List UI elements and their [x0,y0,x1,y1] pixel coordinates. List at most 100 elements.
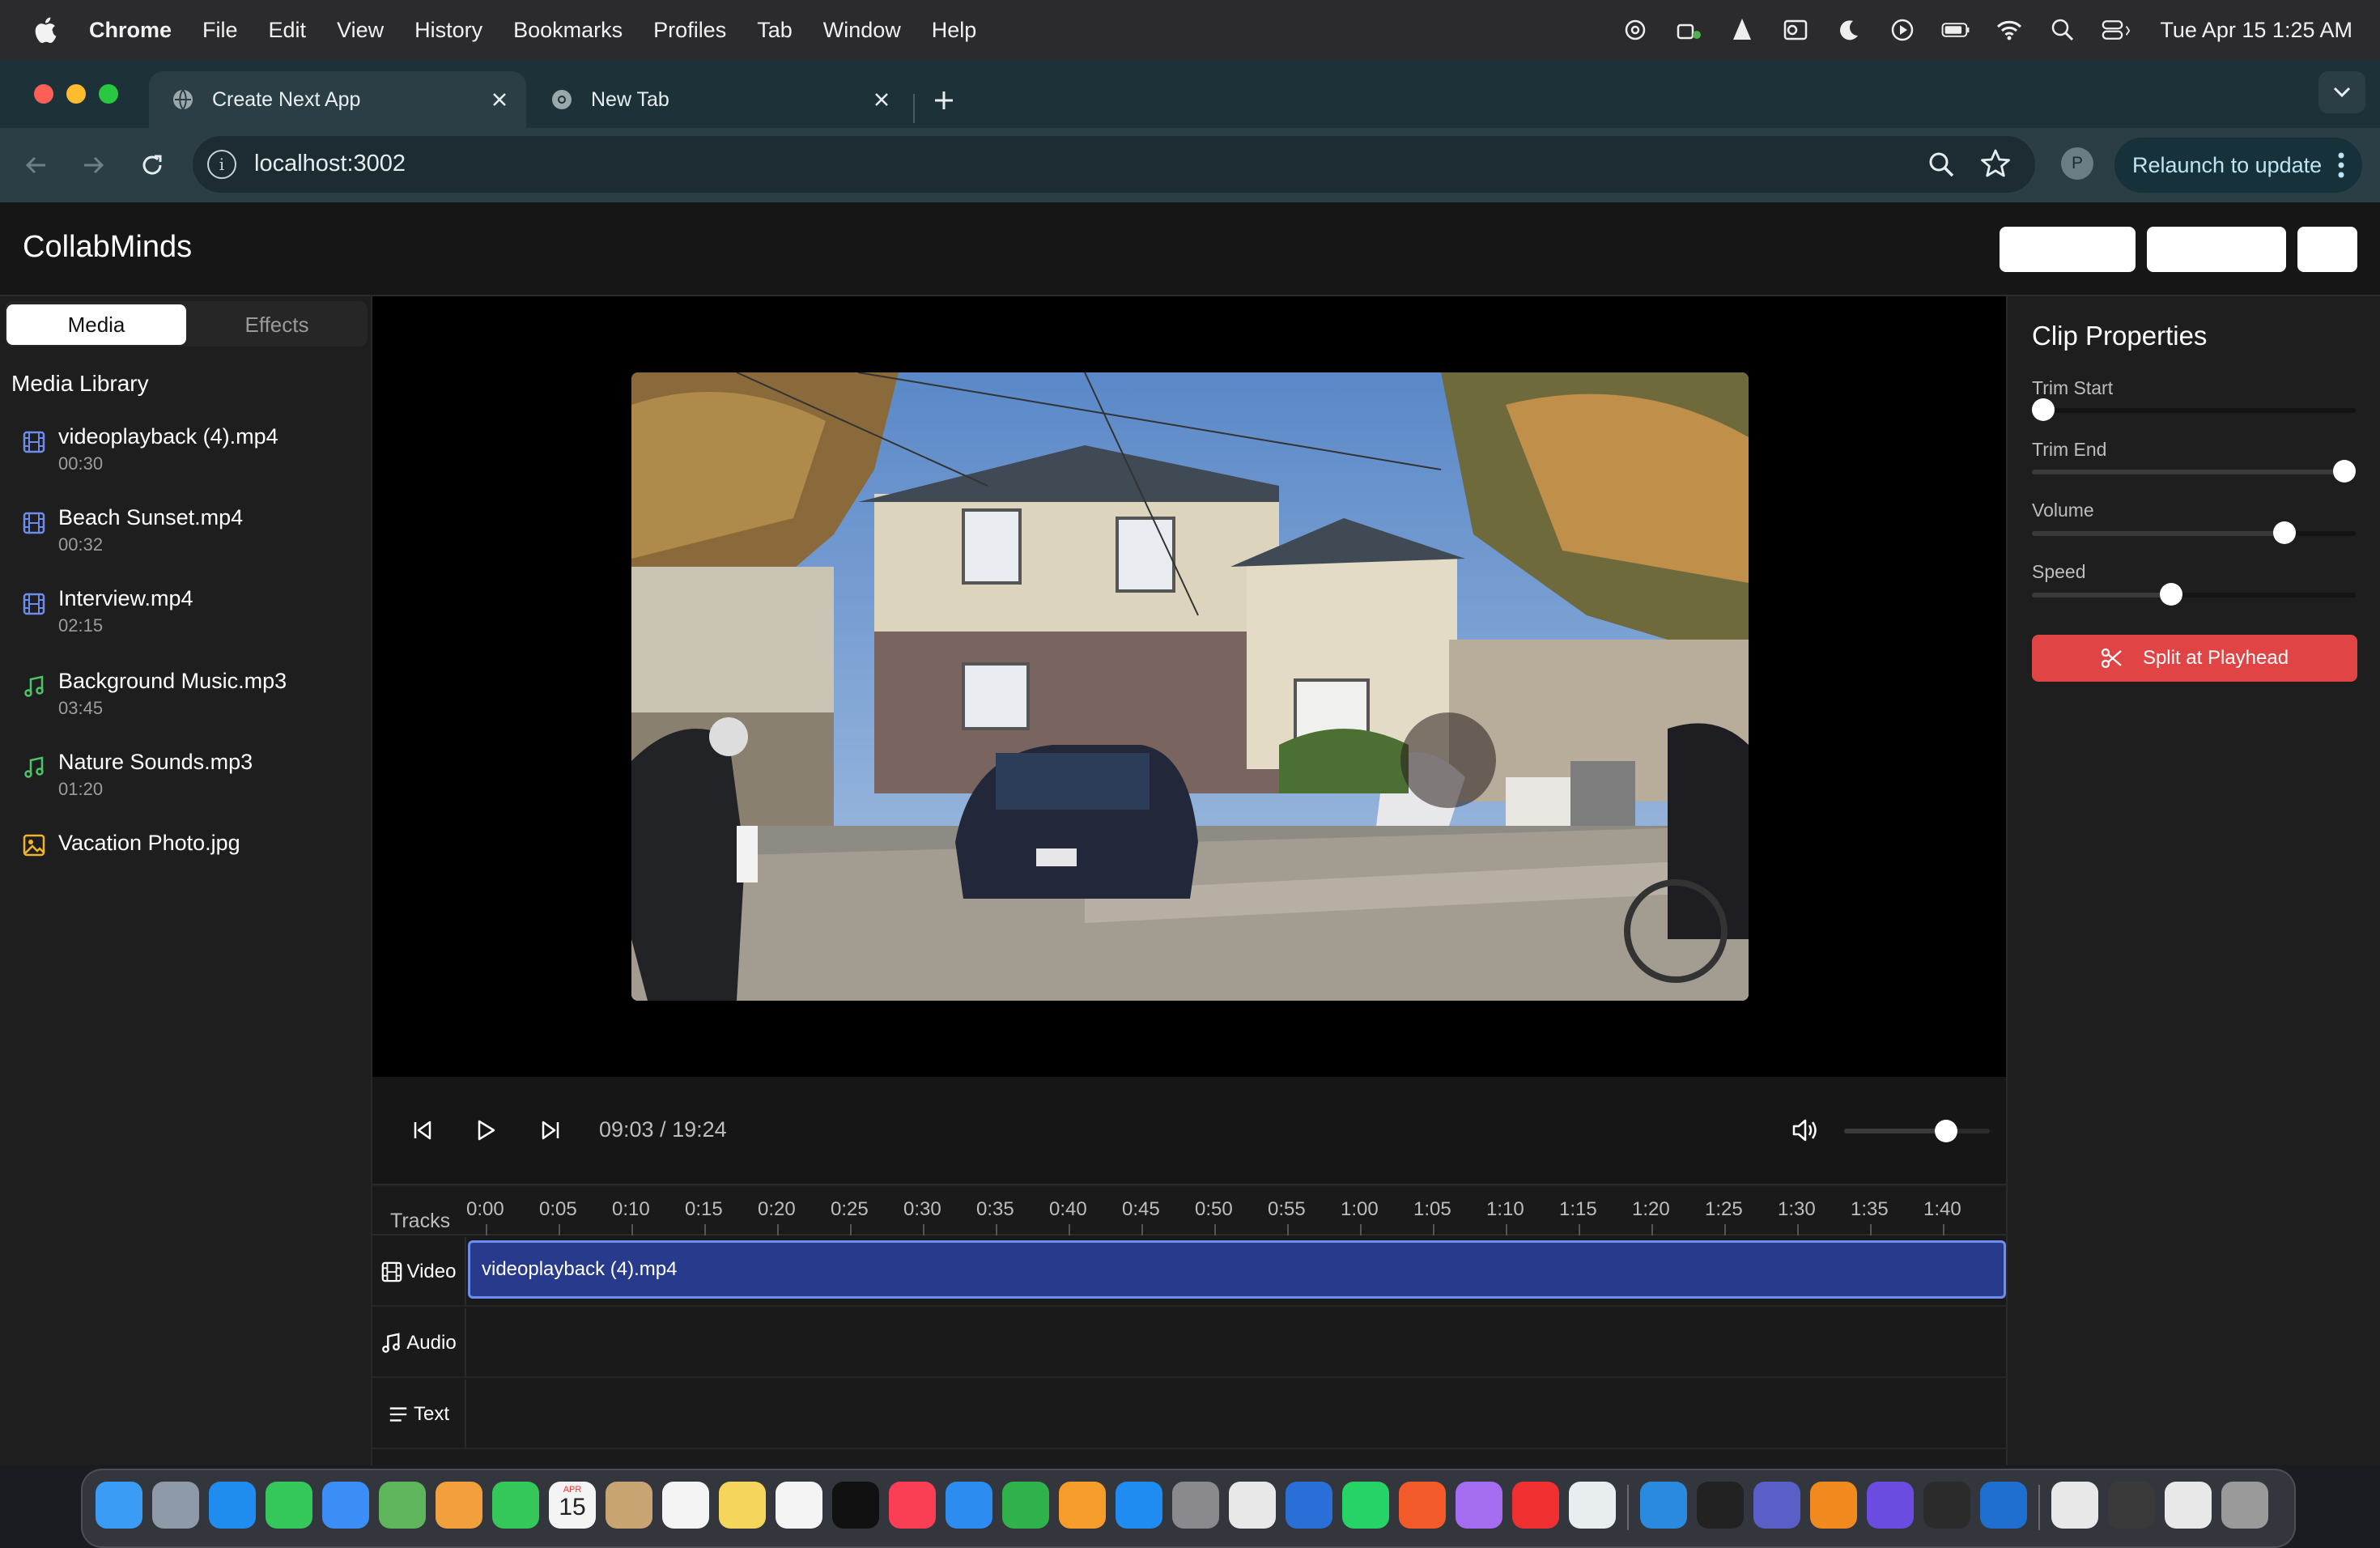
window-zoom-button[interactable] [99,84,118,104]
close-tab-icon[interactable] [869,87,894,112]
media-item[interactable]: Interview.mp4 02:15 [0,586,369,664]
slider-thumb[interactable] [2273,521,2296,544]
battery-icon[interactable] [1941,15,1970,45]
menu-edit[interactable]: Edit [269,18,307,43]
volume-slider[interactable] [1844,1120,1990,1142]
clip-volume-slider[interactable] [2032,521,2356,544]
whatsapp-icon[interactable] [1342,1482,1389,1529]
app-store-icon[interactable] [1116,1482,1162,1529]
close-tab-icon[interactable] [487,87,512,112]
numbers-icon[interactable] [1002,1482,1049,1529]
moon-icon[interactable] [1834,15,1864,45]
play-overlay-circle[interactable] [1400,712,1496,808]
zoom-magnifier-icon[interactable] [1927,150,1956,179]
chrome-icon[interactable] [1229,1482,1276,1529]
menu-file[interactable]: File [202,18,238,43]
menu-tab[interactable]: Tab [757,18,793,43]
tab-search-chevron-icon[interactable] [2318,71,2365,113]
relaunch-to-update-button[interactable]: Relaunch to update [2114,138,2362,193]
messages-icon[interactable] [266,1482,312,1529]
address-bar[interactable]: i localhost:3002 [193,136,2035,193]
split-at-playhead-button[interactable]: Split at Playhead [2032,635,2357,682]
reminders-icon[interactable] [662,1482,709,1529]
brave-icon[interactable] [1399,1482,1446,1529]
ruler-ticks[interactable]: 0:00 0:05 0:10 0:15 0:20 0:25 0:30 0:35 0:40 0:45… [466,1187,2006,1235]
timeline-clip[interactable]: videoplayback (4).mp4 [468,1240,2006,1299]
media-item[interactable]: Vacation Photo.jpg [0,831,369,908]
spotlight-search-icon[interactable] [2048,15,2077,45]
safari-icon[interactable] [209,1482,256,1529]
trim-start-slider[interactable] [2032,398,2356,421]
imovie-icon[interactable] [1867,1482,1914,1529]
media-item[interactable]: Background Music.mp3 03:45 [0,669,369,746]
vlc-icon[interactable] [1810,1482,1857,1529]
new-tab-plus-icon[interactable] [928,84,960,117]
photos-icon[interactable] [436,1482,482,1529]
menu-history[interactable]: History [414,18,482,43]
tab-create-next-app[interactable]: Create Next App [149,71,526,128]
music-icon[interactable] [889,1482,936,1529]
skip-back-icon[interactable] [406,1114,439,1146]
finder-icon[interactable] [96,1482,142,1529]
menu-app-name[interactable]: Chrome [89,18,172,43]
trim-end-slider[interactable] [2032,460,2356,483]
slider-thumb[interactable] [2160,583,2182,606]
chatgpt-icon[interactable] [1923,1482,1970,1529]
mail-icon[interactable] [322,1482,369,1529]
back-arrow-icon[interactable] [18,147,53,183]
more-vertical-icon[interactable] [2338,152,2344,178]
contacts-icon[interactable] [606,1482,652,1529]
freeform-icon[interactable] [776,1482,822,1529]
system-settings-icon[interactable] [1172,1482,1219,1529]
header-action-button-3[interactable] [2297,227,2357,272]
tab-media[interactable]: Media [6,304,186,345]
outlook-status-icon[interactable] [1781,15,1810,45]
play-circle-icon[interactable] [1888,15,1917,45]
coffee-status-icon[interactable] [1674,15,1703,45]
launchpad-icon[interactable] [152,1482,199,1529]
pages-icon[interactable] [1059,1482,1106,1529]
header-action-button-1[interactable] [2000,227,2136,272]
vscode-icon[interactable] [1640,1482,1687,1529]
media-item[interactable]: Beach Sunset.mp4 00:32 [0,505,369,583]
chat-icon[interactable] [1456,1482,1502,1529]
tab-new-tab[interactable]: New Tab [528,71,908,128]
play-icon[interactable] [470,1114,502,1146]
skip-forward-icon[interactable] [534,1114,567,1146]
keynote-icon[interactable] [946,1482,992,1529]
profile-avatar[interactable]: P [2061,147,2093,180]
perplexity-icon[interactable] [1569,1482,1616,1529]
window-close-button[interactable] [34,84,53,104]
control-center-icon[interactable] [2102,15,2131,45]
volume-icon[interactable] [1789,1114,1821,1146]
window-minimize-button[interactable] [66,84,86,104]
tab-effects[interactable]: Effects [188,304,366,345]
notes-icon[interactable] [719,1482,766,1529]
teams-icon[interactable] [1753,1482,1800,1529]
menu-window[interactable]: Window [823,18,901,43]
vlc-status-icon[interactable] [1728,15,1757,45]
wifi-icon[interactable] [1995,15,2024,45]
youtube-icon[interactable] [1512,1482,1559,1529]
menu-view[interactable]: View [337,18,384,43]
menu-profiles[interactable]: Profiles [653,18,726,43]
trash-icon[interactable] [2221,1482,2268,1529]
slider-thumb[interactable] [2032,398,2055,421]
facetime-icon[interactable] [492,1482,539,1529]
bookmark-star-icon[interactable] [1980,148,2011,179]
outlook-icon[interactable] [1980,1482,2027,1529]
speed-slider[interactable] [2032,583,2356,606]
chatgpt-status-icon[interactable] [1621,15,1650,45]
site-info-icon[interactable]: i [207,150,236,179]
document-icon[interactable] [2051,1482,2098,1529]
header-action-button-2[interactable] [2147,227,2286,272]
document-icon[interactable] [2165,1482,2212,1529]
tv-icon[interactable] [832,1482,879,1529]
video-preview-frame[interactable] [631,372,1749,1001]
forward-arrow-icon[interactable] [76,147,112,183]
terminal-icon[interactable] [1697,1482,1744,1529]
apple-logo-icon[interactable] [32,16,57,44]
menu-help[interactable]: Help [932,18,977,43]
maps-icon[interactable] [379,1482,426,1529]
menu-bookmarks[interactable]: Bookmarks [513,18,623,43]
